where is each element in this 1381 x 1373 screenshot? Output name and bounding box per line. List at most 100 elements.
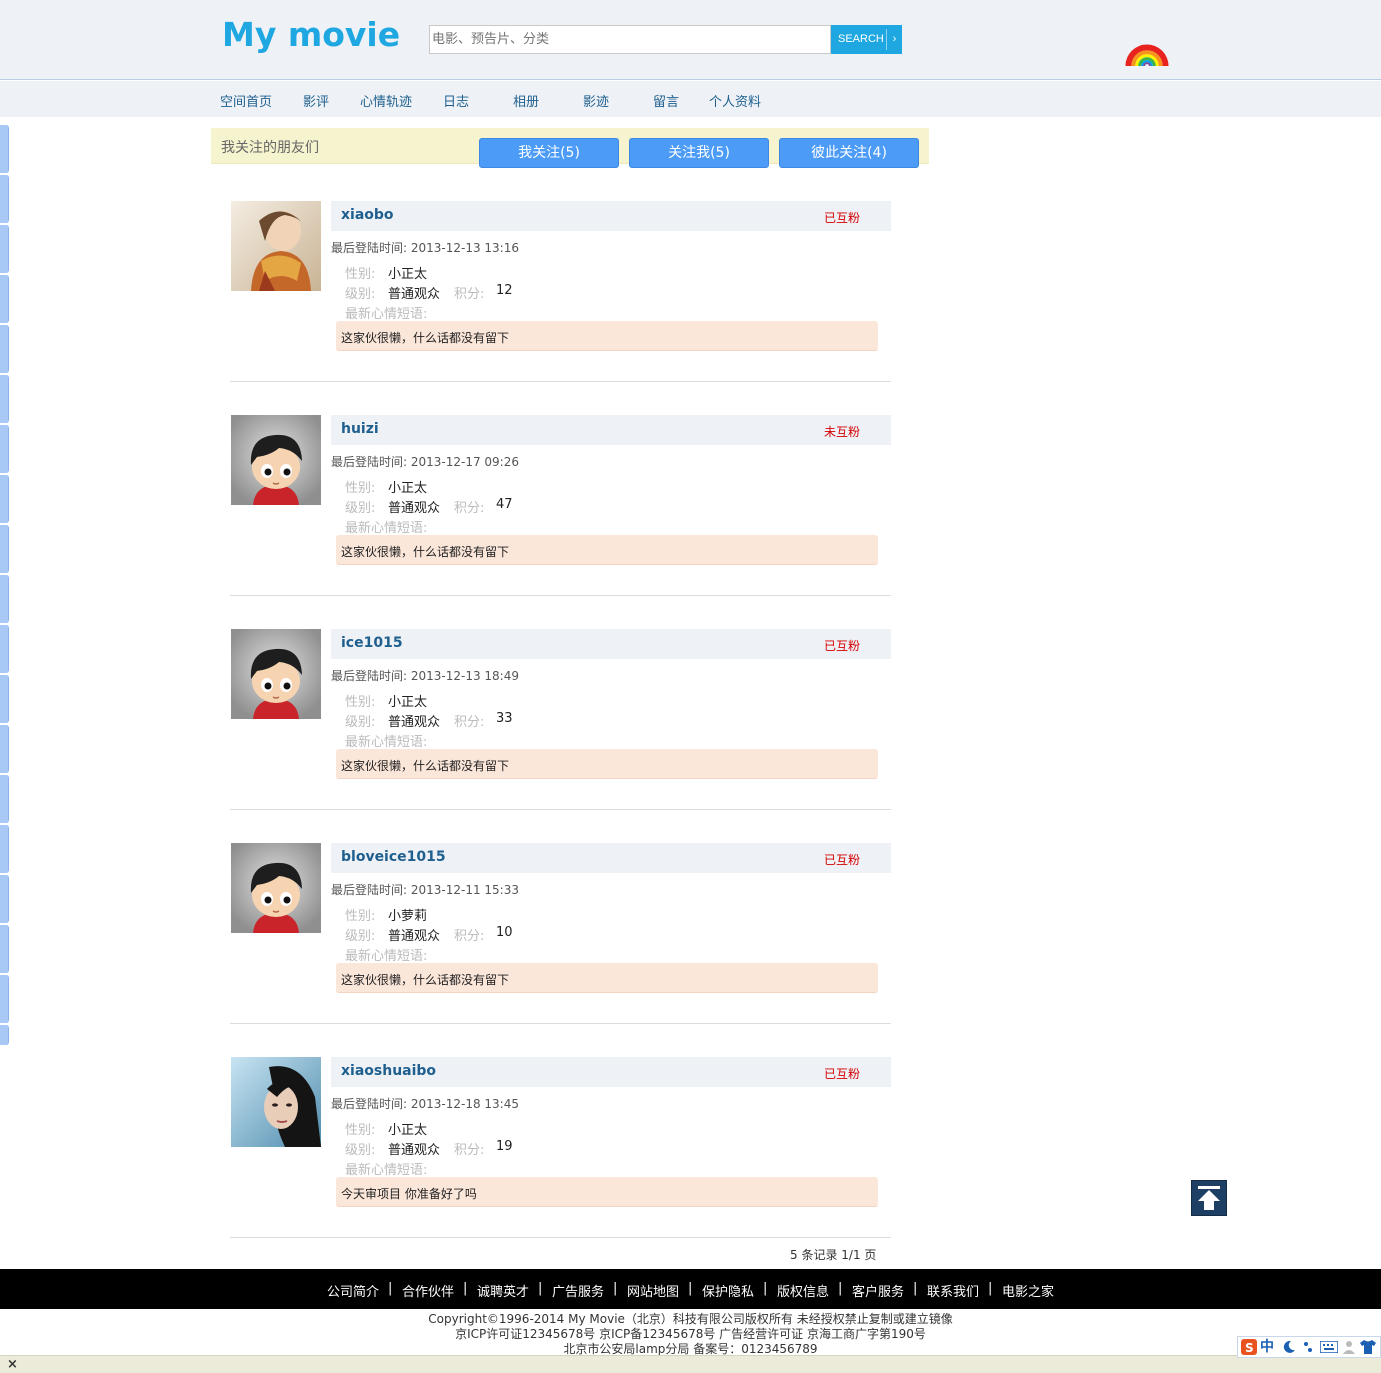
svg-text:S: S (1245, 1341, 1254, 1355)
level-label: 级别: (345, 1143, 376, 1158)
search-button-label: SEARCH (838, 33, 884, 45)
footer-link-movie-home[interactable]: 电影之家 (1002, 1281, 1054, 1300)
score-value: 33 (496, 711, 513, 726)
score-label: 积分: (454, 1143, 485, 1158)
footer-link-contact[interactable]: 联系我们 (927, 1281, 979, 1300)
card-divider (230, 595, 891, 596)
score-value: 47 (496, 497, 513, 512)
footer-link-careers[interactable]: 诚聘英才 (477, 1281, 529, 1300)
footer-link-partners[interactable]: 合作伙伴 (402, 1281, 454, 1300)
moon-icon[interactable] (1282, 1340, 1296, 1354)
friend-name[interactable]: huizi (341, 421, 379, 437)
mutual-status-badge: 已互粉 (823, 1067, 860, 1081)
last-login-time: 最后登陆时间: 2013-12-18 13:45 (331, 1097, 519, 1111)
footer-separator: | (538, 1281, 543, 1296)
side-tab[interactable] (0, 875, 9, 923)
mood-box: 这家伙很懒，什么话都没有留下 (336, 321, 878, 351)
site-logo[interactable]: My movie (222, 15, 400, 54)
tab-followers[interactable]: 关注我(5) (629, 138, 769, 168)
side-tab[interactable] (0, 425, 9, 473)
avatar[interactable] (231, 629, 321, 719)
side-tab[interactable] (0, 625, 9, 673)
footer-link-privacy[interactable]: 保护隐私 (702, 1281, 754, 1300)
friend-name[interactable]: xiaoshuaibo (341, 1063, 436, 1079)
mood-label: 最新心情短语: (345, 949, 428, 964)
side-tab[interactable] (0, 375, 9, 423)
score-label: 积分: (454, 501, 485, 516)
nav-item-diary[interactable]: 日志 (443, 91, 469, 110)
avatar[interactable] (231, 415, 321, 505)
footer-link-about[interactable]: 公司简介 (327, 1281, 379, 1300)
avatar[interactable] (231, 201, 321, 291)
level-label: 级别: (345, 715, 376, 730)
footer-link-support[interactable]: 客户服务 (852, 1281, 904, 1300)
footer-link-copyright[interactable]: 版权信息 (777, 1281, 829, 1300)
skin-shirt-icon[interactable] (1360, 1340, 1376, 1354)
search-button[interactable]: SEARCH › (831, 25, 902, 54)
side-tab[interactable] (0, 525, 9, 573)
friend-name[interactable]: ice1015 (341, 635, 403, 651)
nav-item-reviews[interactable]: 影评 (303, 91, 329, 110)
keyboard-icon[interactable] (1320, 1341, 1338, 1353)
side-tab[interactable] (0, 725, 9, 773)
friend-name[interactable]: xiaobo (341, 207, 394, 223)
nav-item-home[interactable]: 空间首页 (220, 91, 272, 110)
gender-value: 小正太 (388, 695, 428, 710)
mood-box: 这家伙很懒，什么话都没有留下 (336, 749, 878, 779)
side-tab[interactable] (0, 675, 9, 723)
mood-box: 今天审项目 你准备好了吗 (336, 1177, 878, 1207)
side-tab[interactable] (0, 125, 9, 173)
avatar[interactable] (231, 1057, 321, 1147)
mood-text: 这家伙很懒，什么话都没有留下 (341, 759, 510, 773)
punctuation-icon[interactable] (1302, 1340, 1314, 1354)
back-to-top-button[interactable] (1191, 1180, 1227, 1216)
level-value: 普通观众 (388, 287, 441, 302)
side-tab[interactable] (0, 975, 9, 1023)
nav-item-mood[interactable]: 心情轨迹 (360, 91, 412, 110)
score-label: 积分: (454, 287, 485, 302)
mutual-status-badge: 已互粉 (823, 853, 860, 867)
user-icon[interactable] (1343, 1340, 1355, 1354)
side-tab[interactable] (0, 575, 9, 623)
tab-following[interactable]: 我关注(5) (479, 138, 619, 168)
close-icon[interactable]: × (7, 1357, 18, 1372)
gender-value: 小正太 (388, 1123, 428, 1138)
score-value: 12 (496, 283, 513, 298)
tab-mutual[interactable]: 彼此关注(4) (779, 138, 919, 168)
level-label: 级别: (345, 501, 376, 516)
pagination-info: 5 条记录 1/1 页 (790, 1248, 877, 1262)
side-tab[interactable] (0, 475, 9, 523)
side-tab[interactable] (0, 825, 9, 873)
gender-value: 小正太 (388, 267, 428, 282)
side-tab[interactable] (0, 775, 9, 823)
ime-mode-label[interactable]: 中 (1260, 1339, 1274, 1355)
level-value: 普通观众 (388, 501, 441, 516)
sogou-logo-icon[interactable]: S (1241, 1339, 1257, 1355)
nav-item-album[interactable]: 相册 (513, 91, 539, 110)
side-tab[interactable] (0, 175, 9, 223)
card-divider (230, 809, 891, 810)
footer-link-ads[interactable]: 广告服务 (552, 1281, 604, 1300)
nav-item-movie-trail[interactable]: 影迹 (583, 91, 609, 110)
friend-name[interactable]: bloveice1015 (341, 849, 446, 865)
footer-separator: | (838, 1281, 843, 1296)
side-tab[interactable] (0, 925, 9, 973)
gender-label: 性别: (345, 481, 376, 496)
photo-avatar-icon (231, 201, 321, 291)
footer-links: 公司简介 | 合作伙伴 | 诚聘英才 | 广告服务 | 网站地图 | 保护隐私 … (0, 1269, 1381, 1309)
side-tab[interactable] (0, 275, 9, 323)
side-tab[interactable] (0, 1025, 9, 1045)
footer-separator: | (463, 1281, 468, 1296)
card-divider (230, 1023, 891, 1024)
main-nav: 空间首页 影评 心情轨迹 日志 相册 影迹 留言 个人资料 (0, 81, 1381, 117)
side-tab[interactable] (0, 325, 9, 373)
nav-item-profile[interactable]: 个人资料 (709, 91, 761, 110)
footer-link-sitemap[interactable]: 网站地图 (627, 1281, 679, 1300)
mutual-status-badge: 已互粉 (823, 639, 860, 653)
mood-label: 最新心情短语: (345, 735, 428, 750)
card-divider (230, 1237, 891, 1238)
search-input[interactable] (429, 25, 831, 54)
side-tab[interactable] (0, 225, 9, 273)
avatar[interactable] (231, 843, 321, 933)
nav-item-messages[interactable]: 留言 (653, 91, 679, 110)
